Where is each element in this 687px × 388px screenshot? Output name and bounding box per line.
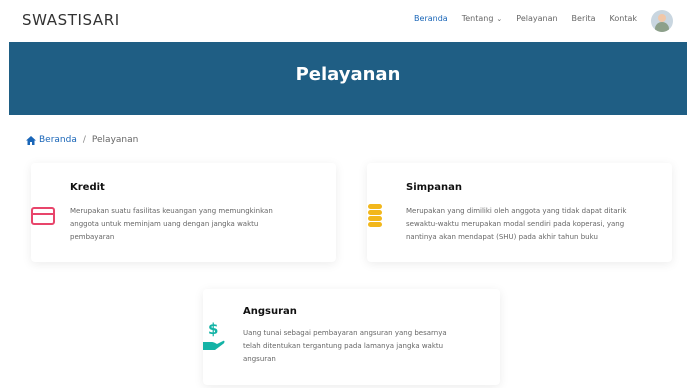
card-kredit-text-line-1: Merupakan suatu fasilitas keuangan yang … (70, 207, 273, 215)
card-angsuran-text: Uang tunai sebagai pembayaran angsuran y… (243, 327, 447, 366)
breadcrumb: Beranda / Pelayanan (26, 135, 138, 145)
card-angsuran-text-line-3: angsuran (243, 355, 276, 363)
card-simpanan-text-line-3: nantinya akan mendapat (SHU) pada akhir … (406, 233, 598, 241)
nav-tentang-label: Tentang (461, 14, 494, 23)
card-simpanan-text-line-2: sewaktu-waktu merupakan modal sendiri pa… (406, 220, 625, 228)
hand-money-icon: $ (203, 321, 225, 350)
svg-text:$: $ (208, 321, 218, 338)
avatar-body (655, 22, 669, 32)
home-icon (26, 135, 36, 145)
chevron-down-icon: ⌄ (496, 15, 503, 23)
breadcrumb-current: Pelayanan (91, 135, 139, 145)
nav-beranda[interactable]: Beranda (414, 14, 448, 23)
nav-tentang[interactable]: Tentang ⌄ (462, 14, 503, 23)
avatar[interactable] (651, 10, 673, 32)
hero-banner: Pelayanan (9, 42, 687, 115)
nav-kontak[interactable]: Kontak (610, 14, 637, 23)
card-kredit-text-line-3: pembayaran (70, 233, 115, 241)
navbar: SWASTISARI Beranda Tentang ⌄ Pelayanan Be… (0, 0, 687, 42)
card-angsuran-title: Angsuran (243, 306, 297, 317)
credit-card-icon (31, 207, 55, 225)
breadcrumb-separator: / (82, 135, 86, 145)
card-angsuran-text-line-1: Uang tunai sebagai pembayaran angsuran y… (243, 329, 447, 337)
card-angsuran-text-line-2: telah ditentukan tergantung pada lamanya… (243, 342, 444, 350)
breadcrumb-home-link[interactable]: Beranda (39, 135, 77, 145)
nav-menu: Beranda Tentang ⌄ Pelayanan Berita Kontak (414, 14, 637, 23)
nav-pelayanan[interactable]: Pelayanan (516, 14, 557, 23)
nav-berita[interactable]: Berita (572, 14, 596, 23)
brand-logo[interactable]: SWASTISARI (22, 11, 120, 29)
avatar-head (658, 14, 666, 22)
card-kredit-text: Merupakan suatu fasilitas keuangan yang … (70, 205, 273, 244)
card-kredit-text-line-2: anggota untuk meminjam uang dengan jangk… (70, 220, 259, 228)
card-kredit-title: Kredit (70, 182, 105, 193)
card-simpanan-text: Merupakan yang dimiliki oleh anggota yan… (406, 205, 626, 244)
card-simpanan-text-line-1: Merupakan yang dimiliki oleh anggota yan… (406, 207, 627, 215)
card-kredit[interactable]: Kredit Merupakan suatu fasilitas keuanga… (31, 163, 336, 262)
card-angsuran[interactable]: $ Angsuran Uang tunai sebagai pembayaran… (203, 289, 500, 385)
page-title: Pelayanan (295, 64, 401, 85)
coins-icon (368, 204, 382, 227)
card-simpanan-title: Simpanan (406, 182, 462, 193)
card-simpanan[interactable]: Simpanan Merupakan yang dimiliki oleh an… (367, 163, 672, 262)
